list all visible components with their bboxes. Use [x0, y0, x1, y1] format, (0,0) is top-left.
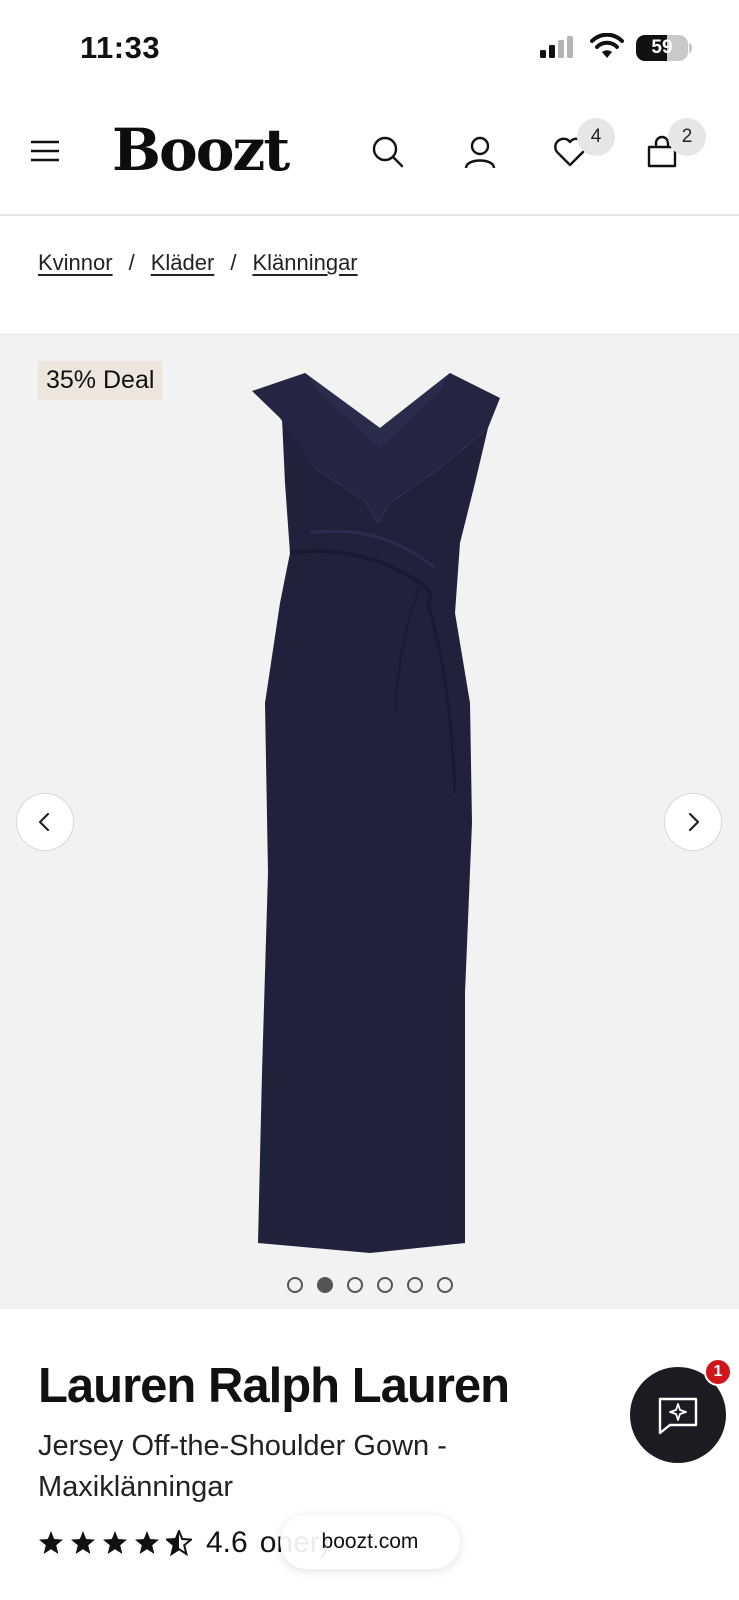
wifi-icon — [590, 33, 624, 58]
cellular-signal-icon — [540, 36, 573, 58]
product-image[interactable] — [250, 373, 510, 1253]
account-button[interactable] — [458, 130, 502, 174]
star-full-icon — [71, 1531, 95, 1554]
site-logo[interactable]: Boozt — [112, 116, 290, 184]
battery-cap — [689, 43, 692, 53]
gallery-dot[interactable] — [316, 1277, 333, 1293]
product-brand[interactable]: Lauren Ralph Lauren — [38, 1358, 510, 1414]
star-full-icon — [103, 1531, 127, 1554]
chevron-left-icon — [38, 812, 50, 832]
rating-stars — [38, 1530, 192, 1556]
gallery-dot[interactable] — [436, 1277, 453, 1293]
breadcrumb-link-clothes[interactable]: Kläder — [151, 250, 215, 276]
deal-badge: 35% Deal — [38, 361, 163, 400]
gallery-prev-button[interactable] — [16, 793, 74, 851]
site-header: Boozt 4 2 — [0, 96, 739, 216]
breadcrumb-separator: / — [230, 250, 237, 275]
gallery-dot[interactable] — [286, 1277, 303, 1293]
breadcrumb-link-women[interactable]: Kvinnor — [38, 250, 113, 276]
battery-icon: 59 — [636, 35, 688, 61]
chevron-right-icon — [688, 812, 700, 832]
wishlist-count-badge: 4 — [577, 118, 615, 156]
gallery-dot[interactable] — [346, 1277, 363, 1293]
search-button[interactable] — [366, 130, 410, 174]
gallery-dot[interactable] — [376, 1277, 393, 1293]
menu-icon — [31, 140, 59, 162]
product-image-gallery[interactable]: 35% Deal — [0, 334, 739, 1309]
cart-count-badge: 2 — [668, 118, 706, 156]
rating-value: 4.6 — [206, 1526, 248, 1559]
account-icon — [464, 136, 496, 169]
chat-notification-badge: 1 — [704, 1358, 732, 1386]
gallery-dot[interactable] — [406, 1277, 423, 1293]
gallery-pagination — [0, 1277, 739, 1293]
search-icon — [372, 136, 404, 168]
breadcrumb: Kvinnor / Kläder / Klänningar — [38, 250, 358, 276]
star-full-icon — [135, 1531, 159, 1554]
status-bar: 11:33 59 — [0, 0, 739, 96]
menu-button[interactable] — [24, 130, 66, 172]
star-half-icon — [166, 1530, 192, 1556]
star-full-icon — [39, 1531, 63, 1554]
breadcrumb-link-dresses[interactable]: Klänningar — [252, 250, 357, 276]
browser-url-bar[interactable]: boozt.com — [280, 1515, 460, 1569]
chat-sparkle-icon — [658, 1397, 698, 1435]
gallery-next-button[interactable] — [664, 793, 722, 851]
battery-level: 59 — [651, 37, 673, 58]
breadcrumb-separator: / — [128, 250, 135, 275]
product-name: Jersey Off-the-Shoulder Gown - Maxiklänn… — [38, 1430, 447, 1503]
status-time: 11:33 — [80, 30, 161, 65]
